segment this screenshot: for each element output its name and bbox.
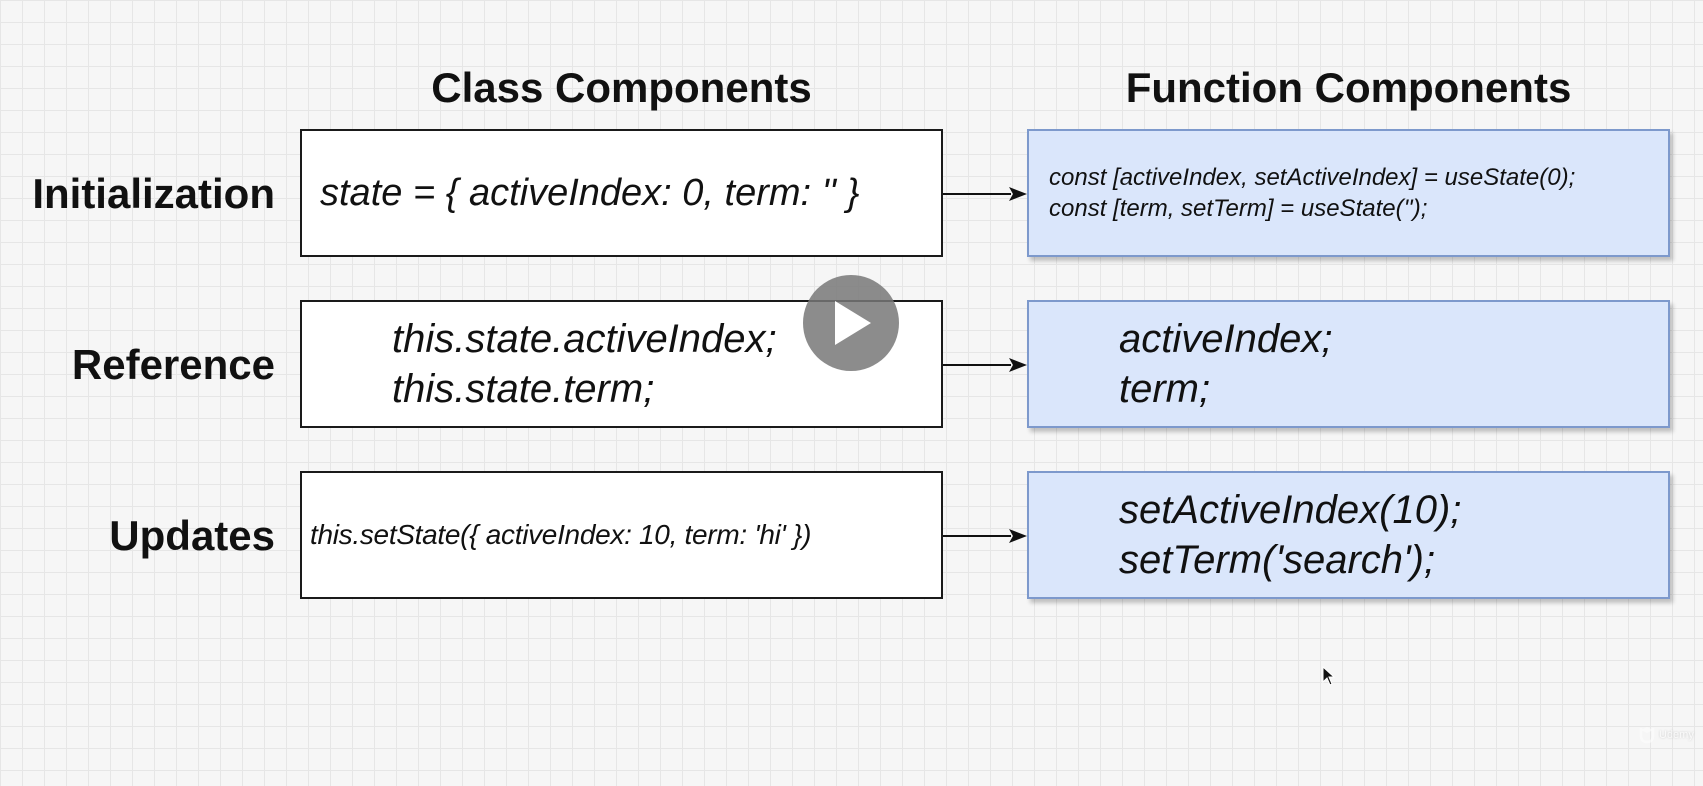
function-initialization-code-line-2: const [term, setTerm] = useState(''); [1049,195,1428,222]
function-initialization-box: const [activeIndex, setActiveIndex] = us… [1027,129,1670,257]
function-updates-box: setActiveIndex(10); setTerm('search'); [1027,471,1670,599]
play-icon [835,301,871,345]
initialization-arrow [943,187,1027,201]
mouse-cursor-icon [1322,666,1336,686]
play-button[interactable] [803,275,899,371]
class-updates-code: this.setState({ activeIndex: 10, term: '… [310,519,812,550]
class-components-header: Class Components [431,64,812,111]
diagram: Class Components Function Components Ini… [0,0,1703,786]
udemy-logo-icon [1639,727,1655,744]
row-label-initialization: Initialization [32,170,275,217]
function-reference-code-line-2: term; [1119,367,1211,411]
function-initialization-code-line-1: const [activeIndex, setActiveIndex] = us… [1049,164,1576,191]
function-updates-code-line-1: setActiveIndex(10); [1119,488,1462,532]
udemy-watermark: Udemy [1638,724,1703,746]
row-label-updates: Updates [109,512,275,559]
udemy-watermark-text: Udemy [1659,729,1694,741]
class-updates-box: this.setState({ activeIndex: 10, term: '… [300,471,943,599]
function-reference-box: activeIndex; term; [1027,300,1670,428]
function-components-header: Function Components [1125,64,1572,111]
row-label-reference: Reference [71,341,275,388]
reference-arrow [943,358,1027,372]
class-initialization-code: state = { activeIndex: 0, term: '' } [320,172,860,214]
updates-arrow [943,529,1027,543]
function-reference-code-line-1: activeIndex; [1119,317,1333,361]
class-reference-code-line-2: this.state.term; [392,367,655,411]
function-updates-code-line-2: setTerm('search'); [1119,538,1436,582]
class-initialization-box: state = { activeIndex: 0, term: '' } [300,129,943,257]
